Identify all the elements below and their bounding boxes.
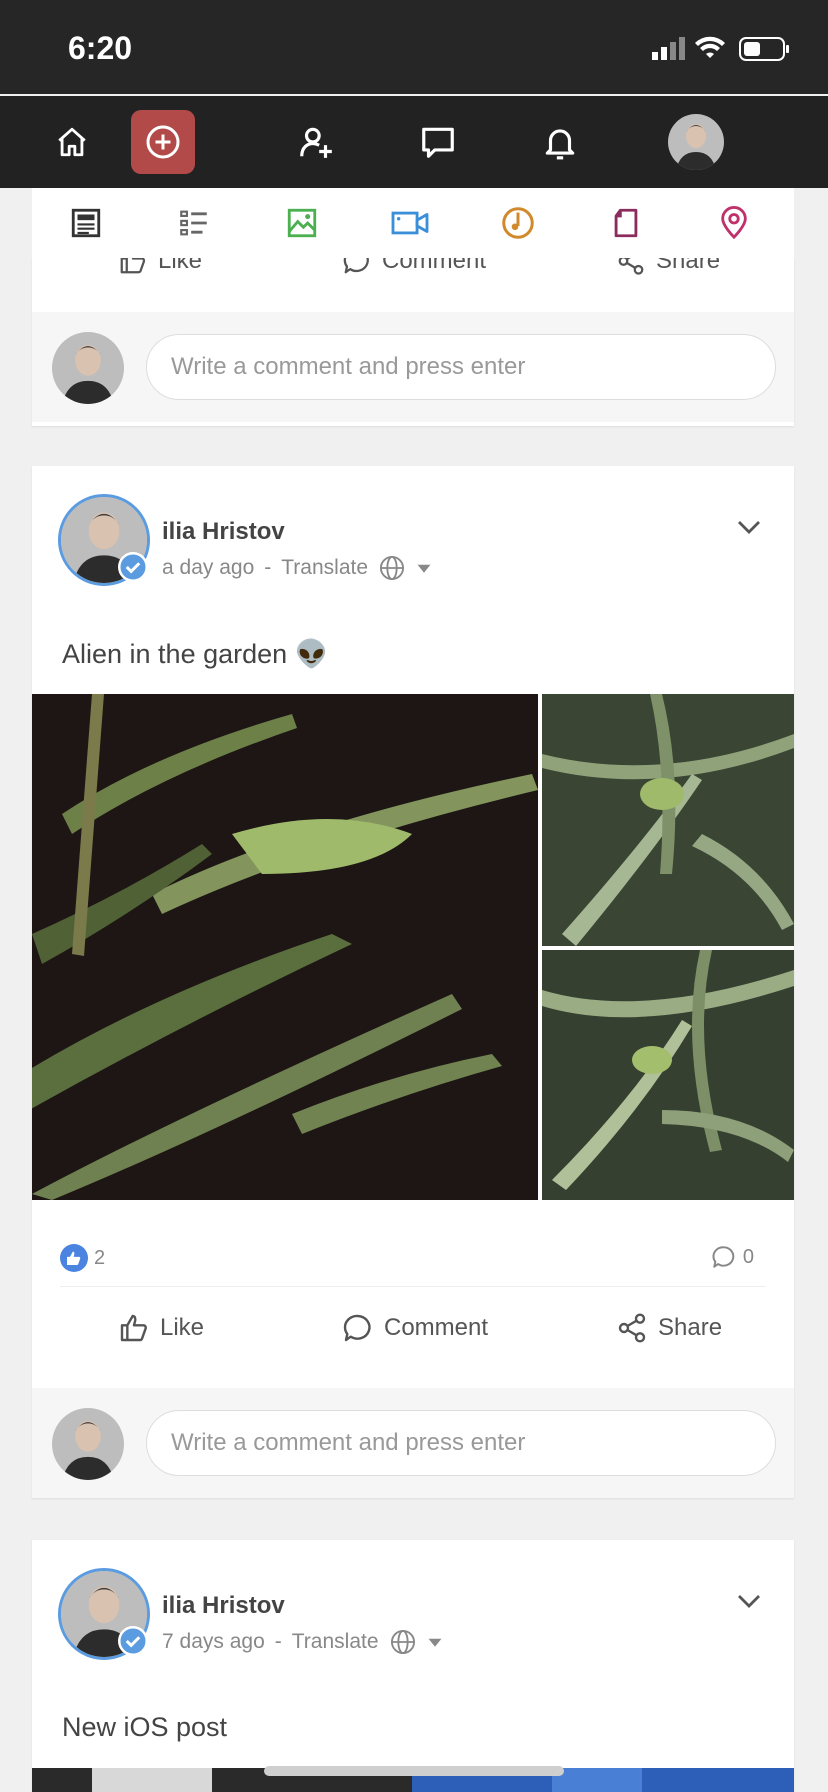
music-icon [502,207,534,239]
add-post-button[interactable] [131,110,195,174]
tab-list[interactable] [140,188,248,258]
tab-music[interactable] [464,188,572,258]
post-actions: Like Comment Share [32,1302,794,1362]
photos-icon [287,208,317,238]
post-card: ilia Hristov 7 days ago - Translate New … [32,1540,794,1792]
globe-icon[interactable] [378,554,406,582]
post-photo-main[interactable] [32,694,538,1200]
post-time[interactable]: a day ago [162,556,254,580]
post-actions: Like Comment Share [32,258,794,296]
comment-count-icon [712,1246,735,1268]
previous-post-card: Like Comment Share [32,258,794,426]
comment-button[interactable]: Comment [342,258,486,276]
comment-button[interactable]: Comment [342,1312,488,1344]
comment-input[interactable] [146,334,776,400]
likes-number: 2 [94,1246,106,1269]
tab-news-feed[interactable] [32,188,140,261]
share-label: Share [656,258,721,274]
comments-number: 0 [742,1245,754,1268]
post-text: New iOS post [62,1712,228,1742]
home-icon [58,127,86,157]
share-icon [618,258,644,275]
tab-places[interactable] [680,188,788,258]
share-button[interactable]: Share [616,1312,722,1344]
like-label: Like [160,1314,205,1341]
comment-icon [343,258,369,274]
post-card: ilia Hristov a day ago - Translate Alien… [32,466,794,1498]
profile-avatar [668,114,724,170]
profile-button[interactable] [664,110,728,174]
post-text: Alien in the garden 👽 [62,639,329,669]
translate-link[interactable]: Translate [281,556,368,580]
notifications-button[interactable] [528,110,592,174]
author-name[interactable]: ilia Hristov [162,1592,285,1620]
post-meta: 7 days ago - Translate [162,1628,443,1656]
status-bar: 6:20 [0,0,828,94]
chevron-down-icon[interactable] [734,1586,764,1616]
post-meta: a day ago - Translate [162,554,432,582]
home-button[interactable] [40,110,104,174]
post-photo-3[interactable] [542,950,794,1200]
signal-wifi-battery-icon [652,36,789,61]
status-time: 6:20 [68,30,133,66]
meta-separator: - [274,1630,282,1653]
chevron-down-icon[interactable] [734,512,764,542]
messages-button[interactable] [406,110,470,174]
news-feed-icon [71,208,101,238]
status-icons [652,34,792,69]
avatar [52,332,124,404]
location-pin-icon [721,206,747,240]
list-icon [180,210,207,236]
feed-filter-tabs [32,188,794,261]
tab-files[interactable] [572,188,680,258]
post-time[interactable]: 7 days ago [162,1630,265,1654]
comment-label: Comment [384,1314,489,1341]
like-label: Like [158,258,203,274]
translate-link[interactable]: Translate [292,1630,379,1654]
like-icon [120,1314,147,1342]
comment-input[interactable] [146,1410,776,1476]
share-label: Share [658,1314,723,1341]
like-icon [120,258,146,274]
like-badge-icon [60,1244,88,1272]
likes-count[interactable]: 2 [60,1244,105,1272]
add-circle-icon [146,125,180,159]
tab-photos[interactable] [248,188,356,258]
like-button[interactable]: Like [118,258,202,276]
verified-badge-icon [118,552,148,582]
add-friend-icon [300,127,332,158]
comment-label: Comment [382,258,487,274]
home-indicator [264,1766,564,1776]
share-button[interactable]: Share [616,258,720,276]
top-navigation [0,96,828,188]
add-friend-button[interactable] [284,110,348,174]
like-button[interactable]: Like [118,1312,204,1344]
divider [60,1286,766,1287]
comment-composer [32,1388,794,1498]
caret-down-icon[interactable] [427,1634,443,1650]
comment-icon [343,1314,371,1342]
post-photo-2[interactable] [542,694,794,946]
messages-icon [422,127,454,158]
verified-badge-icon [118,1626,148,1656]
globe-icon[interactable] [389,1628,417,1656]
avatar [52,1408,124,1480]
files-icon [614,208,638,238]
tab-videos[interactable] [356,188,464,258]
comment-composer [32,312,794,422]
share-icon [618,1313,646,1343]
caret-down-icon[interactable] [416,560,432,576]
videos-icon [391,211,429,235]
author-name[interactable]: ilia Hristov [162,518,285,546]
bell-icon [545,129,575,160]
comments-count[interactable]: 0 [711,1244,754,1270]
meta-separator: - [264,556,272,579]
